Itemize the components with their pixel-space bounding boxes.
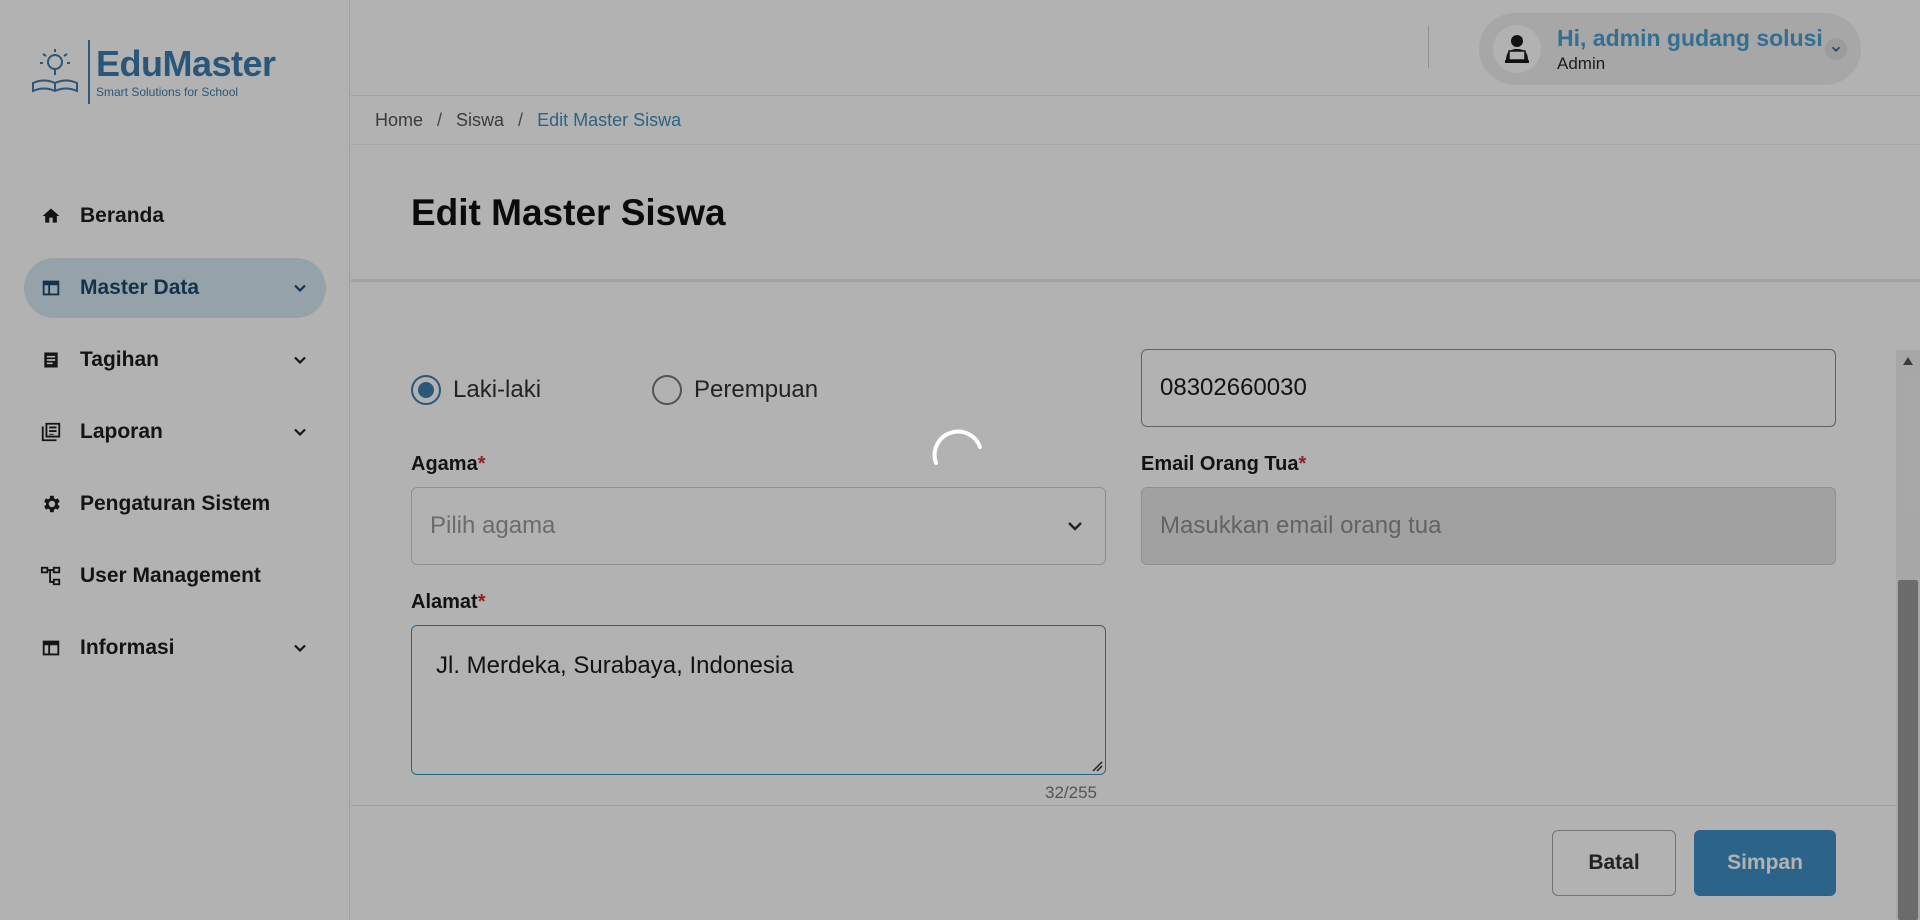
lightbulb-book-logo-icon (32, 49, 78, 93)
radio-checked-icon (411, 375, 441, 405)
sidebar-item-user-management[interactable]: User Management (24, 546, 326, 606)
breadcrumb-separator: / (437, 110, 443, 130)
chevron-down-icon (1068, 522, 1082, 531)
address-label-text: Alamat (411, 591, 478, 613)
cancel-button[interactable]: Batal (1552, 830, 1676, 896)
sidebar-item-label: Tagihan (80, 348, 159, 371)
chevron-down-icon (294, 428, 306, 437)
scroll-up-arrow-icon[interactable] (1896, 350, 1920, 372)
sidebar-item-label: Pengaturan Sistem (80, 492, 271, 515)
address-value: Jl. Merdeka, Surabaya, Indonesia (436, 652, 794, 679)
required-mark: * (477, 591, 486, 613)
sidebar-item-label: Master Data (80, 276, 200, 299)
address-char-counter: 32/255 (1045, 783, 1097, 802)
sidebar-item-label: Laporan (80, 420, 163, 443)
radio-unchecked-icon (652, 375, 683, 405)
parent-email-placeholder: Masukkan email orang tua (1160, 512, 1442, 539)
sidebar-item-master-data[interactable]: Master Data (24, 258, 326, 318)
gender-male-radio[interactable]: Laki-laki (411, 375, 541, 405)
phone-field[interactable]: 08302660030 (1141, 349, 1836, 427)
parent-email-label: Email Orang Tua* (1141, 453, 1306, 476)
table-icon (40, 637, 62, 659)
sidebar-item-informasi[interactable]: Informasi (24, 618, 326, 678)
document-list-icon (40, 349, 62, 371)
top-header: Hi, admin gudang solusi Admin (351, 0, 1920, 96)
student-edit-form: Laki-laki Perempuan 08302660030 Agama* P… (351, 285, 1900, 805)
sidebar-item-beranda[interactable]: Beranda (24, 186, 326, 246)
required-mark: * (1298, 453, 1307, 475)
address-textarea[interactable]: Jl. Merdeka, Surabaya, Indonesia (411, 625, 1106, 775)
gender-male-label: Laki-laki (453, 376, 542, 403)
parent-email-field[interactable]: Masukkan email orang tua (1141, 487, 1836, 565)
parent-email-label-text: Email Orang Tua (1141, 453, 1299, 475)
user-menu[interactable]: Hi, admin gudang solusi Admin (1479, 13, 1861, 85)
gender-radio-group: Laki-laki Perempuan (411, 375, 818, 405)
logo-divider (88, 40, 90, 104)
user-laptop-icon (1505, 35, 1529, 63)
user-role: Admin (1557, 54, 1606, 73)
chevron-down-icon (294, 284, 306, 293)
sidebar-item-label: Beranda (80, 204, 165, 227)
sidebar-item-label: Informasi (80, 636, 175, 659)
tree-structure-icon (40, 565, 62, 587)
gear-icon (40, 493, 62, 515)
required-mark: * (477, 453, 486, 475)
sidebar-item-laporan[interactable]: Laporan (24, 402, 326, 462)
resize-handle-icon[interactable] (1089, 758, 1103, 772)
scrollbar-thumb[interactable] (1898, 580, 1918, 920)
vertical-scrollbar[interactable] (1896, 350, 1920, 920)
sidebar-item-pengaturan-sistem[interactable]: Pengaturan Sistem (24, 474, 326, 534)
religion-label-text: Agama (411, 453, 478, 475)
user-greeting: Hi, admin gudang solusi (1557, 25, 1823, 51)
form-footer: Batal Simpan (351, 805, 1900, 920)
sidebar-nav: Beranda Master Data Tagihan Laporan Peng… (24, 186, 326, 690)
breadcrumb-current: Edit Master Siswa (537, 110, 682, 130)
chevron-down-icon (294, 356, 306, 365)
brand-logo[interactable]: EduMaster Smart Solutions for School (28, 40, 276, 104)
sidebar: EduMaster Smart Solutions for School Ber… (0, 0, 350, 920)
phone-value: 08302660030 (1160, 374, 1307, 401)
religion-label: Agama* (411, 453, 486, 476)
sidebar-item-tagihan[interactable]: Tagihan (24, 330, 326, 390)
gender-female-radio[interactable]: Perempuan (652, 375, 818, 405)
page-title-bar: Edit Master Siswa (351, 146, 1920, 282)
breadcrumb-home[interactable]: Home (375, 110, 423, 131)
report-library-icon (40, 421, 62, 443)
header-divider (1428, 26, 1429, 68)
loading-spinner-icon (932, 429, 982, 465)
chevron-down-icon (294, 644, 306, 653)
gender-female-label: Perempuan (694, 376, 819, 403)
table-icon (40, 277, 62, 299)
religion-placeholder: Pilih agama (430, 512, 556, 539)
breadcrumb-siswa[interactable]: Siswa (456, 110, 504, 131)
brand-title: EduMaster (96, 43, 276, 84)
chevron-down-icon[interactable] (1825, 38, 1847, 60)
address-label: Alamat* (411, 591, 486, 614)
home-icon (40, 205, 62, 227)
religion-select[interactable]: Pilih agama (411, 487, 1106, 565)
save-button[interactable]: Simpan (1694, 830, 1836, 896)
page-title: Edit Master Siswa (411, 191, 726, 233)
avatar (1493, 25, 1541, 73)
breadcrumb: Home / Siswa / Edit Master Siswa (351, 97, 1920, 145)
brand-subtitle: Smart Solutions for School (96, 85, 239, 99)
breadcrumb-separator: / (518, 110, 524, 130)
sidebar-item-label: User Management (80, 564, 261, 587)
